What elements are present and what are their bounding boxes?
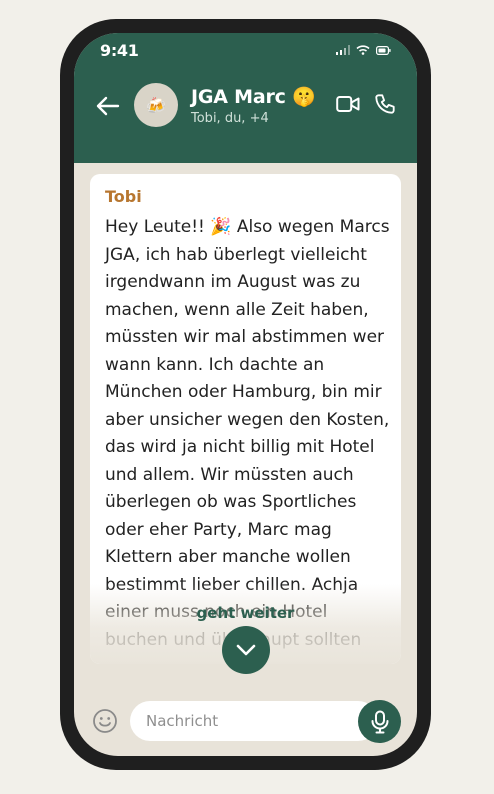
back-arrow-icon[interactable] [94,95,120,117]
battery-icon [376,45,391,55]
chat-title: JGA Marc 🤫 [191,86,316,108]
screen: 9:41 🍻 JGA Marc 🤫 Tobi, du, +4 Tobi Hey … [74,33,417,756]
chat-participants: Tobi, du, +4 [191,111,269,126]
status-time: 9:41 [100,41,139,60]
signal-icon [336,45,350,55]
message-input[interactable] [130,701,378,741]
phone-call-icon[interactable] [374,93,396,115]
message-bubble: Tobi Hey Leute!! 🎉 Also wegen Marcs JGA,… [90,174,401,664]
status-icons [336,45,391,55]
chat-title-block[interactable]: JGA Marc 🤫 Tobi, du, +4 [191,85,316,126]
phone-frame: 9:41 🍻 JGA Marc 🤫 Tobi, du, +4 Tobi Hey … [60,19,431,770]
avatar[interactable]: 🍻 [134,83,178,127]
expand-button[interactable] [222,626,270,674]
mic-icon [371,710,388,733]
expand-label[interactable]: geht weiter [74,604,417,622]
emoji-icon[interactable] [92,708,118,734]
message-sender: Tobi [105,187,142,206]
chat-header: 9:41 🍻 JGA Marc 🤫 Tobi, du, +4 [74,33,417,163]
avatar-emoji: 🍻 [146,95,166,115]
chevron-down-icon [236,644,256,656]
wifi-icon [356,45,370,55]
video-call-icon[interactable] [336,95,360,113]
mic-button[interactable] [358,700,401,743]
